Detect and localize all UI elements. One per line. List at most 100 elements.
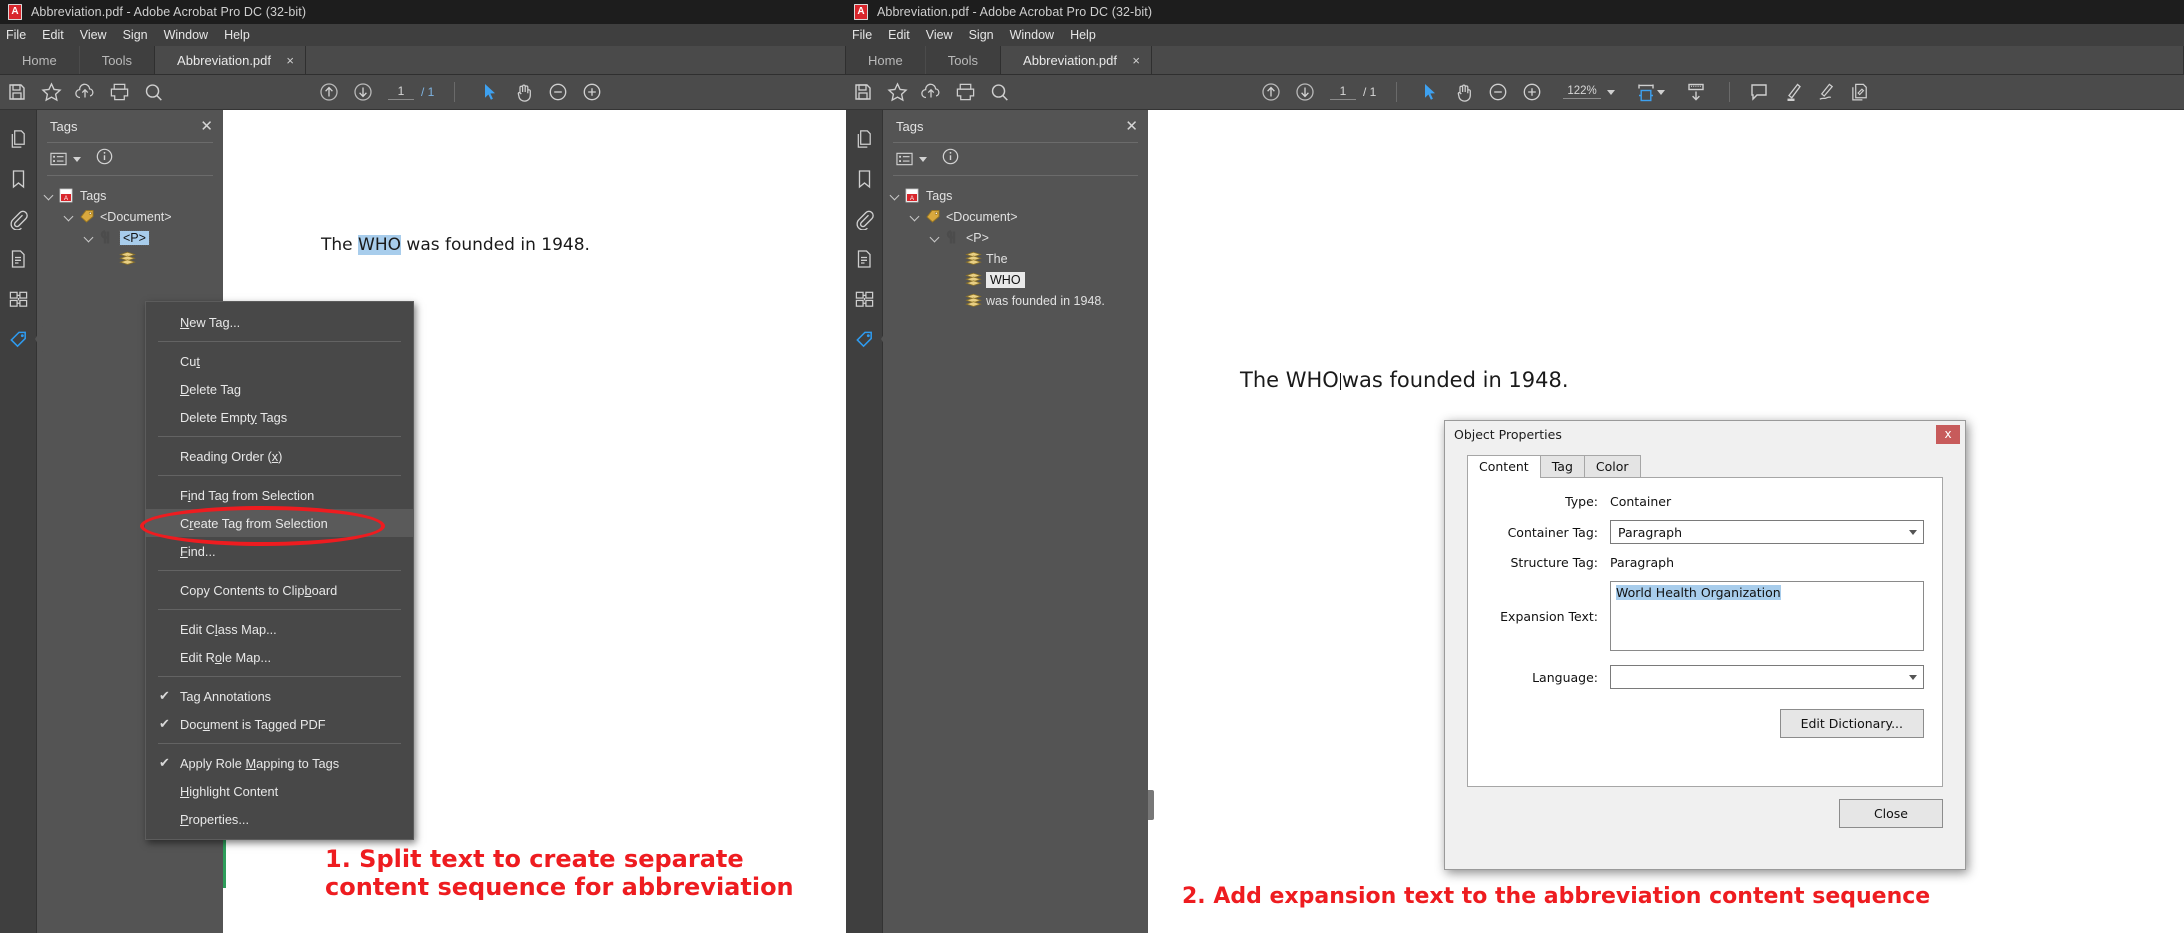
tab-document[interactable]: Abbreviation.pdf × [154, 46, 306, 74]
tree-row[interactable] [37, 248, 223, 269]
expansion-text-input[interactable]: World Health Organization [1610, 581, 1924, 651]
search-icon[interactable] [136, 75, 170, 109]
page-number-input[interactable]: 1 [1330, 84, 1356, 100]
chevron-down-icon[interactable] [919, 157, 927, 162]
page-number-input[interactable]: 1 [388, 84, 414, 100]
highlight-pen-icon[interactable] [1776, 75, 1810, 109]
chevron-down-icon[interactable] [909, 210, 922, 223]
context-menu-item[interactable]: Find Tag from Selection [146, 481, 413, 509]
arrow-up-circle-icon[interactable] [1254, 75, 1288, 109]
list-options-icon[interactable] [896, 152, 927, 166]
fill-and-sign-icon[interactable] [1810, 75, 1844, 109]
cursor-select-icon[interactable] [1413, 75, 1447, 109]
context-menu-item[interactable]: Cut [146, 347, 413, 375]
comment-icon[interactable] [1742, 75, 1776, 109]
star-icon[interactable] [34, 75, 68, 109]
context-menu-item[interactable]: Edit Class Map... [146, 615, 413, 643]
close-button[interactable]: Close [1839, 799, 1943, 828]
attachments-icon[interactable] [846, 202, 882, 236]
save-icon[interactable] [846, 75, 880, 109]
chevron-down-icon[interactable] [73, 157, 81, 162]
cloud-upload-icon[interactable] [914, 75, 948, 109]
tree-row[interactable]: <Document> [37, 206, 223, 227]
page-thumbnails-icon[interactable] [846, 122, 882, 156]
attachments-icon[interactable] [0, 202, 36, 236]
save-icon[interactable] [0, 75, 34, 109]
content-pane-icon[interactable] [0, 242, 36, 276]
menu-view[interactable]: View [80, 28, 107, 42]
list-options-icon[interactable] [50, 152, 81, 166]
context-menu-item[interactable]: Highlight Content [146, 777, 413, 805]
menu-edit[interactable]: Edit [42, 28, 64, 42]
tab-tag[interactable]: Tag [1540, 455, 1585, 477]
info-circle-icon[interactable] [942, 148, 959, 170]
zoom-level-control[interactable]: 122% [1563, 85, 1614, 99]
context-menu-item[interactable]: ✔Document is Tagged PDF [146, 710, 413, 738]
container-tag-select[interactable]: Paragraph [1610, 520, 1924, 544]
star-icon[interactable] [880, 75, 914, 109]
tags-icon[interactable] [0, 322, 36, 356]
panel-collapse-handle[interactable] [1148, 790, 1154, 820]
zoom-out-icon[interactable] [1481, 75, 1515, 109]
menu-window[interactable]: Window [164, 28, 208, 42]
cursor-select-icon[interactable] [473, 75, 507, 109]
tree-row[interactable]: WHO [883, 269, 1148, 290]
zoom-out-icon[interactable] [541, 75, 575, 109]
tab-home[interactable]: Home [0, 46, 80, 74]
menu-sign[interactable]: Sign [969, 28, 994, 42]
request-signature-icon[interactable] [1844, 75, 1878, 109]
tab-content[interactable]: Content [1467, 455, 1541, 478]
arrow-up-circle-icon[interactable] [312, 75, 346, 109]
context-menu-item[interactable]: Reading Order (x) [146, 442, 413, 470]
close-icon[interactable]: ✕ [200, 119, 213, 134]
tree-row[interactable]: <Document> [883, 206, 1148, 227]
bookmarks-icon[interactable] [846, 162, 882, 196]
tab-close-icon[interactable]: × [286, 53, 294, 68]
menu-file[interactable]: File [6, 28, 26, 42]
chevron-down-icon[interactable] [1607, 90, 1615, 95]
tree-row[interactable]: ATags [37, 185, 223, 206]
menu-sign[interactable]: Sign [123, 28, 148, 42]
tree-row[interactable]: <P> [37, 227, 223, 248]
close-icon[interactable]: ✕ [1125, 119, 1138, 134]
context-menu-item[interactable]: Properties... [146, 805, 413, 833]
tab-close-icon[interactable]: × [1132, 53, 1140, 68]
object-properties-dialog[interactable]: Object Properties x Content Tag Color Ty… [1444, 420, 1966, 870]
context-menu-item[interactable]: ✔Apply Role Mapping to Tags [146, 749, 413, 777]
chevron-down-icon[interactable] [63, 210, 76, 223]
context-menu-item[interactable]: ✔Tag Annotations [146, 682, 413, 710]
tree-row[interactable]: ATags [883, 185, 1148, 206]
hand-tool-icon[interactable] [1447, 75, 1481, 109]
chevron-down-icon[interactable] [83, 231, 96, 244]
menu-window[interactable]: Window [1010, 28, 1054, 42]
tab-document[interactable]: Abbreviation.pdf × [1000, 46, 1152, 74]
context-menu-item[interactable]: Copy Contents to Clipboard [146, 576, 413, 604]
menu-view[interactable]: View [926, 28, 953, 42]
info-circle-icon[interactable] [96, 148, 113, 170]
search-icon[interactable] [982, 75, 1016, 109]
page-thumbnails-icon[interactable] [0, 122, 36, 156]
close-icon[interactable]: x [1936, 425, 1960, 444]
menu-edit[interactable]: Edit [888, 28, 910, 42]
chevron-down-icon[interactable] [929, 231, 942, 244]
tags-icon[interactable] [846, 322, 882, 356]
context-menu-item[interactable]: Delete Empty Tags [146, 403, 413, 431]
chevron-down-icon[interactable] [889, 189, 902, 202]
page-scroll-icon[interactable] [1679, 75, 1713, 109]
tab-home[interactable]: Home [846, 46, 926, 74]
chevron-down-icon[interactable] [1657, 90, 1665, 95]
edit-dictionary-button[interactable]: Edit Dictionary... [1780, 709, 1924, 738]
tab-color[interactable]: Color [1584, 455, 1641, 477]
zoom-in-icon[interactable] [575, 75, 609, 109]
arrow-down-circle-icon[interactable] [1288, 75, 1322, 109]
tree-row[interactable]: was founded in 1948. [883, 290, 1148, 311]
context-menu-item[interactable]: Edit Role Map... [146, 643, 413, 671]
zoom-level-label[interactable]: 122% [1563, 85, 1600, 99]
chevron-down-icon[interactable] [43, 189, 56, 202]
menu-help[interactable]: Help [1070, 28, 1096, 42]
tab-tools[interactable]: Tools [80, 46, 154, 74]
accessibility-tags-icon[interactable] [846, 282, 882, 316]
tags-context-menu[interactable]: New Tag...CutDelete TagDelete Empty Tags… [145, 301, 414, 840]
context-menu-item[interactable]: New Tag... [146, 308, 413, 336]
zoom-in-icon[interactable] [1515, 75, 1549, 109]
